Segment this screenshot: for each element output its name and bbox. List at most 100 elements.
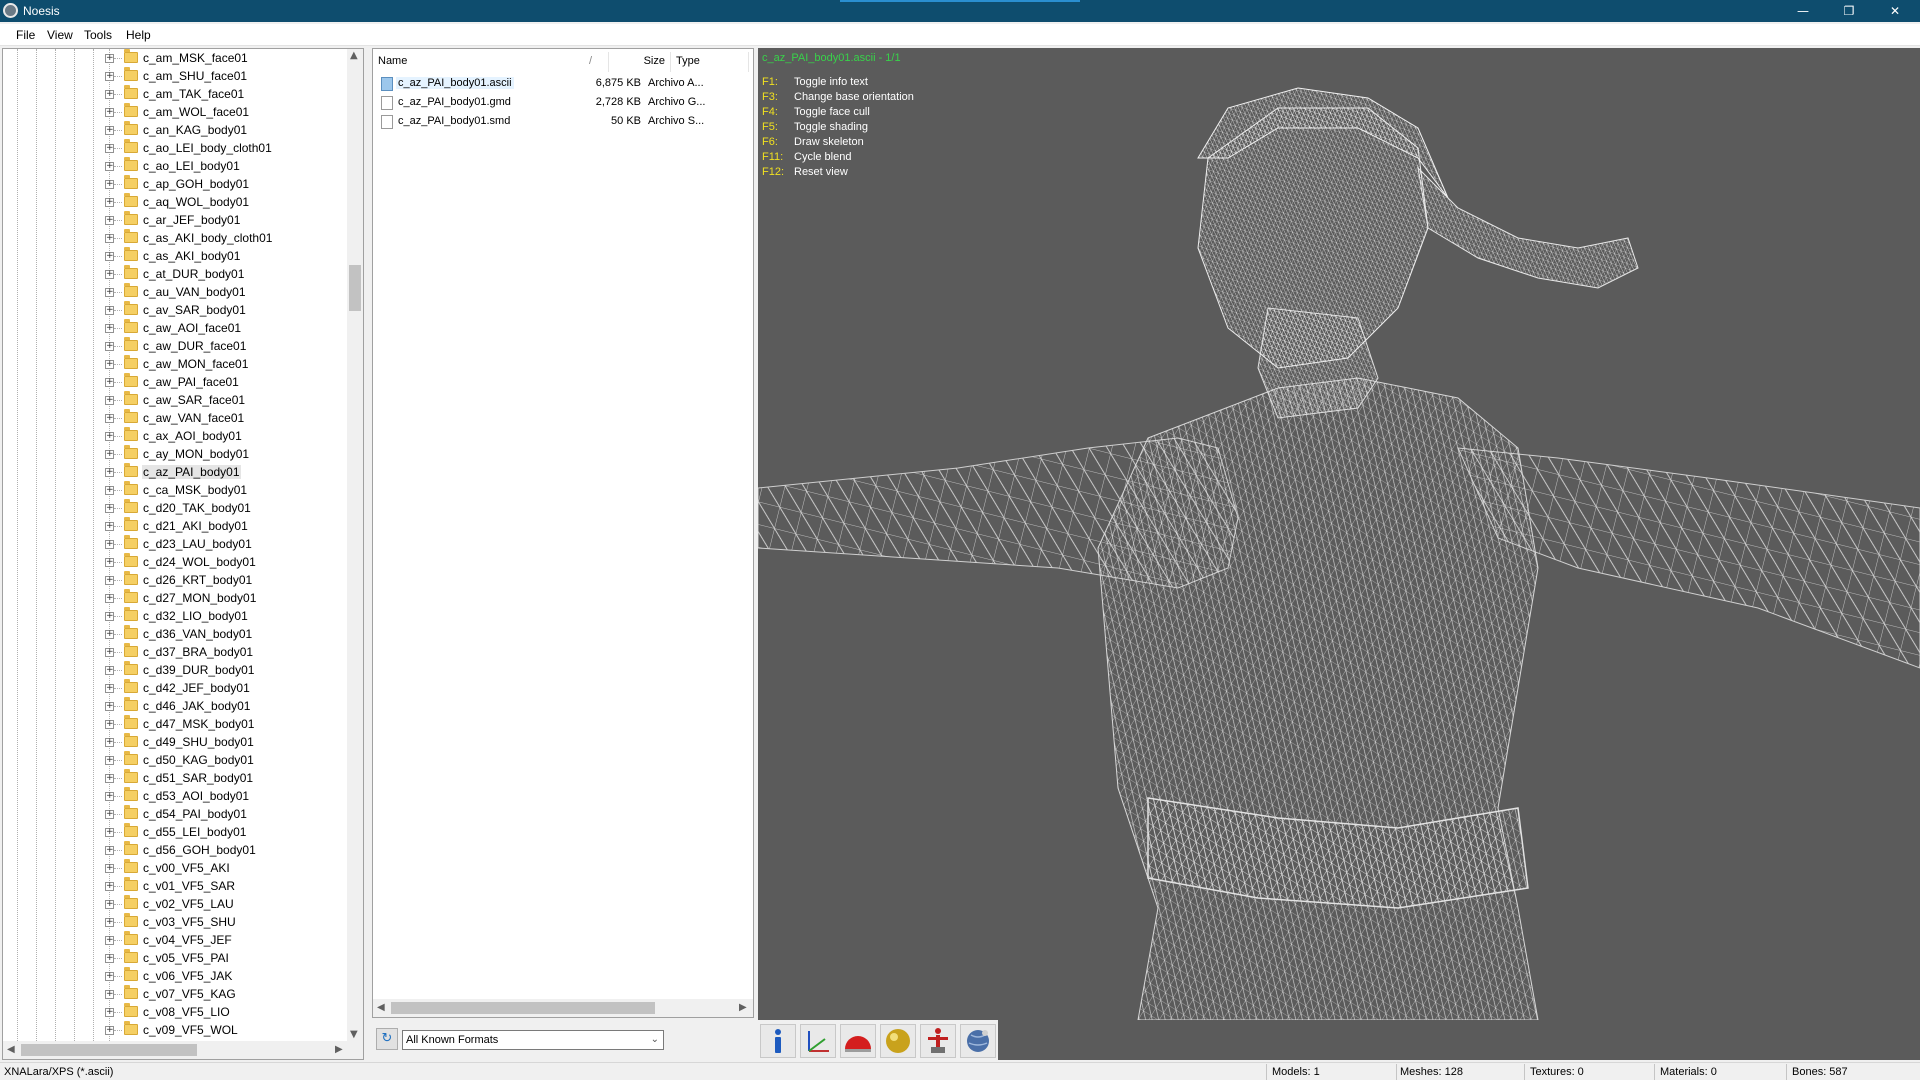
tree-item[interactable]: + c_aw_MON_face01 [3, 355, 351, 373]
tree-item[interactable]: + c_d50_KAG_body01 [3, 751, 351, 769]
expand-icon[interactable]: + [105, 216, 114, 225]
tree-item[interactable]: + c_am_WOL_face01 [3, 103, 351, 121]
expand-icon[interactable]: + [105, 720, 114, 729]
expand-icon[interactable]: + [105, 702, 114, 711]
tree-item[interactable]: + c_at_DUR_body01 [3, 265, 351, 283]
tree-horizontal-scrollbar[interactable]: ◀ ▶ [3, 1041, 351, 1059]
tree-item[interactable]: + c_d56_GOH_body01 [3, 841, 351, 859]
tree-item[interactable]: + c_ar_JEF_body01 [3, 211, 351, 229]
expand-icon[interactable]: + [105, 684, 114, 693]
file-list-horizontal-scrollbar[interactable]: ◀ ▶ [373, 999, 753, 1017]
expand-icon[interactable]: + [105, 54, 114, 63]
tree-item[interactable]: + c_d54_PAI_body01 [3, 805, 351, 823]
tree-item[interactable]: + c_v03_VF5_SHU [3, 913, 351, 931]
column-header-type[interactable]: Type [671, 52, 749, 72]
tree-item[interactable]: + c_d51_SAR_body01 [3, 769, 351, 787]
tree-item[interactable]: + c_av_SAR_body01 [3, 301, 351, 319]
yellow-sphere-button[interactable] [880, 1024, 916, 1058]
tree-item[interactable]: + c_d42_JEF_body01 [3, 679, 351, 697]
tree-item[interactable]: + c_aw_VAN_face01 [3, 409, 351, 427]
tree-item[interactable]: + c_v05_VF5_PAI [3, 949, 351, 967]
expand-icon[interactable]: + [105, 72, 114, 81]
tree-hscroll-thumb[interactable] [21, 1044, 197, 1056]
menu-help[interactable]: Help [126, 28, 151, 42]
tree-item[interactable]: + c_ap_GOH_body01 [3, 175, 351, 193]
expand-icon[interactable]: + [105, 414, 114, 423]
expand-icon[interactable]: + [105, 630, 114, 639]
scroll-left-icon[interactable]: ◀ [377, 1002, 385, 1013]
tree-item[interactable]: + c_v02_VF5_LAU [3, 895, 351, 913]
skeleton-button[interactable] [920, 1024, 956, 1058]
menu-file[interactable]: File [16, 28, 35, 42]
expand-icon[interactable]: + [105, 918, 114, 927]
expand-icon[interactable]: + [105, 504, 114, 513]
expand-icon[interactable]: + [105, 990, 114, 999]
info-button[interactable] [760, 1024, 796, 1058]
tree-item[interactable]: + c_d47_MSK_body01 [3, 715, 351, 733]
file-row[interactable]: c_az_PAI_body01.smd 50 KB Archivo S... [377, 113, 747, 131]
expand-icon[interactable]: + [105, 738, 114, 747]
expand-icon[interactable]: + [105, 864, 114, 873]
tree-item[interactable]: + c_d39_DUR_body01 [3, 661, 351, 679]
tree-item[interactable]: + c_d23_LAU_body01 [3, 535, 351, 553]
tree-item[interactable]: + c_d32_LIO_body01 [3, 607, 351, 625]
expand-icon[interactable]: + [105, 486, 114, 495]
tree-item[interactable]: + c_as_AKI_body01 [3, 247, 351, 265]
tree-item[interactable]: + c_d49_SHU_body01 [3, 733, 351, 751]
tree-item[interactable]: + c_d24_WOL_body01 [3, 553, 351, 571]
expand-icon[interactable]: + [105, 234, 114, 243]
expand-icon[interactable]: + [105, 648, 114, 657]
axes-button[interactable] [800, 1024, 836, 1058]
expand-icon[interactable]: + [105, 612, 114, 621]
menu-tools[interactable]: Tools [84, 28, 112, 42]
expand-icon[interactable]: + [105, 882, 114, 891]
expand-icon[interactable]: + [105, 900, 114, 909]
globe-button[interactable] [960, 1024, 996, 1058]
expand-icon[interactable]: + [105, 540, 114, 549]
expand-icon[interactable]: + [105, 774, 114, 783]
expand-icon[interactable]: + [105, 432, 114, 441]
noesis-app-icon[interactable] [3, 3, 18, 18]
tree-item[interactable]: + c_v07_VF5_KAG [3, 985, 351, 1003]
tree-vscroll-thumb[interactable] [349, 265, 361, 311]
expand-icon[interactable]: + [105, 288, 114, 297]
close-button[interactable]: ✕ [1872, 0, 1918, 22]
tree-item[interactable]: + c_an_KAG_body01 [3, 121, 351, 139]
expand-icon[interactable]: + [105, 810, 114, 819]
tree-item[interactable]: + c_am_SHU_face01 [3, 67, 351, 85]
scroll-right-icon[interactable]: ▶ [739, 1002, 747, 1013]
restore-button[interactable]: ❐ [1826, 0, 1872, 22]
expand-icon[interactable]: + [105, 468, 114, 477]
file-row[interactable]: c_az_PAI_body01.ascii 6,875 KB Archivo A… [377, 75, 747, 93]
tree-item[interactable]: + c_aw_DUR_face01 [3, 337, 351, 355]
red-dome-button[interactable] [840, 1024, 876, 1058]
tree-item[interactable]: + c_aw_AOI_face01 [3, 319, 351, 337]
tree-item[interactable]: + c_ay_MON_body01 [3, 445, 351, 463]
tree-item[interactable]: + c_aw_PAI_face01 [3, 373, 351, 391]
expand-icon[interactable]: + [105, 162, 114, 171]
tree-vertical-scrollbar[interactable]: ▲ ▼ [347, 49, 363, 1041]
expand-icon[interactable]: + [105, 522, 114, 531]
expand-icon[interactable]: + [105, 1026, 114, 1035]
tree-item[interactable]: + c_ax_AOI_body01 [3, 427, 351, 445]
expand-icon[interactable]: + [105, 1008, 114, 1017]
expand-icon[interactable]: + [105, 792, 114, 801]
tree-item[interactable]: + c_v00_VF5_AKI [3, 859, 351, 877]
file-row[interactable]: c_az_PAI_body01.gmd 2,728 KB Archivo G..… [377, 94, 747, 112]
expand-icon[interactable]: + [105, 558, 114, 567]
tree-item[interactable]: + c_ca_MSK_body01 [3, 481, 351, 499]
tree-item[interactable]: + c_d27_MON_body01 [3, 589, 351, 607]
column-header-size[interactable]: Size [609, 52, 671, 72]
model-viewport[interactable]: c_az_PAI_body01.ascii - 1/1 F1: Toggle in… [758, 48, 1920, 1060]
tree-item[interactable]: + c_d26_KRT_body01 [3, 571, 351, 589]
tree-item[interactable]: + c_v09_VF5_WOL [3, 1021, 351, 1039]
expand-icon[interactable]: + [105, 306, 114, 315]
expand-icon[interactable]: + [105, 954, 114, 963]
expand-icon[interactable]: + [105, 576, 114, 585]
expand-icon[interactable]: + [105, 666, 114, 675]
expand-icon[interactable]: + [105, 252, 114, 261]
tree-item[interactable]: + c_v06_VF5_JAK [3, 967, 351, 985]
tree-item[interactable]: + c_ao_LEI_body01 [3, 157, 351, 175]
expand-icon[interactable]: + [105, 594, 114, 603]
expand-icon[interactable]: + [105, 378, 114, 387]
